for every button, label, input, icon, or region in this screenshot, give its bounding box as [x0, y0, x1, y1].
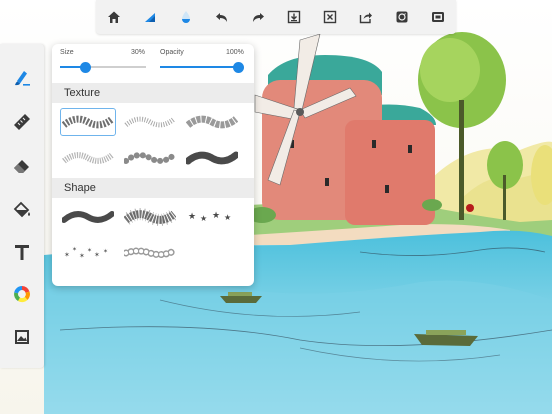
opacity-slider-thumb[interactable]: [232, 61, 244, 73]
size-slider-thumb[interactable]: [80, 61, 92, 73]
svg-text:✶: ✶: [87, 247, 92, 254]
redo-icon[interactable]: [247, 6, 269, 28]
shape-brush-stars[interactable]: ★ ★ ★ ★: [184, 203, 240, 231]
shape-brush-stroke[interactable]: [60, 203, 116, 231]
opacity-slider[interactable]: [160, 61, 244, 73]
record-icon[interactable]: [391, 6, 413, 28]
texture-brush-blocks[interactable]: [184, 108, 240, 136]
brush-size-icon[interactable]: [139, 6, 161, 28]
size-value: 30%: [131, 49, 146, 56]
shape-brush-splat[interactable]: [122, 203, 178, 231]
svg-text:✶: ✶: [103, 248, 108, 255]
opacity-value: 100%: [226, 49, 244, 56]
fill-icon[interactable]: [10, 198, 34, 222]
left-toolbar: [0, 44, 44, 368]
texture-brush-dotted[interactable]: [122, 108, 178, 136]
import-icon[interactable]: [283, 6, 305, 28]
undo-icon[interactable]: [211, 6, 233, 28]
eraser-icon[interactable]: [10, 154, 34, 178]
color-wheel-icon[interactable]: [10, 282, 34, 306]
top-toolbar: [96, 0, 456, 34]
image-icon[interactable]: [10, 325, 34, 349]
brush-tool-icon[interactable]: [10, 66, 34, 90]
texture-brush-beads[interactable]: [122, 144, 178, 172]
svg-text:★: ★: [200, 214, 207, 223]
text-icon[interactable]: [10, 240, 34, 264]
share-icon[interactable]: [355, 6, 377, 28]
shape-section-title: Shape: [52, 178, 254, 198]
texture-brush-dots-gray[interactable]: [60, 144, 116, 172]
svg-text:✶: ✶: [79, 252, 85, 260]
ink-drop-icon[interactable]: [175, 6, 197, 28]
texture-brush-dark-beads[interactable]: [184, 144, 240, 172]
shape-brush-circles[interactable]: [122, 238, 178, 266]
texture-brush-checker[interactable]: [60, 108, 116, 136]
svg-text:★: ★: [224, 213, 231, 222]
size-label: Size: [60, 49, 74, 56]
svg-text:✶: ✶: [64, 251, 70, 259]
fullscreen-icon[interactable]: [427, 6, 449, 28]
svg-text:✶: ✶: [72, 246, 77, 253]
texture-section-title: Texture: [52, 83, 254, 103]
shape-brush-star-scatter[interactable]: ✶ ✶ ✶ ✶ ✶ ✶: [60, 238, 116, 266]
size-slider[interactable]: [60, 61, 146, 73]
svg-text:✶: ✶: [94, 251, 100, 259]
svg-text:★: ★: [188, 212, 196, 222]
opacity-label: Opacity: [160, 49, 184, 56]
brush-panel: Size 30% Opacity 100% Texture Shape ★ ★ …: [52, 44, 254, 286]
ruler-icon[interactable]: [10, 110, 34, 134]
home-icon[interactable]: [103, 6, 125, 28]
svg-text:★: ★: [212, 211, 220, 221]
close-layer-icon[interactable]: [319, 6, 341, 28]
